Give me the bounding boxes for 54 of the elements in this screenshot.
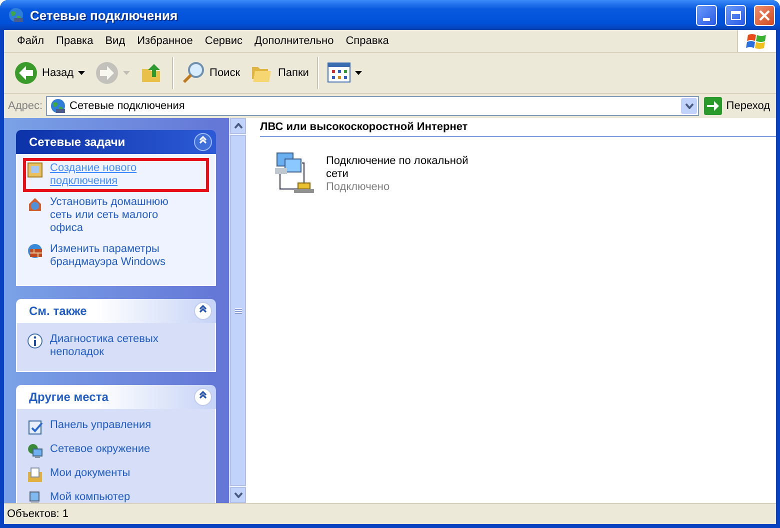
maximize-button[interactable] (725, 4, 746, 26)
task-link[interactable]: Установить домашнюю сеть или сеть малого офиса (50, 196, 188, 235)
minimize-button[interactable] (696, 4, 717, 26)
collapse-icon[interactable] (194, 388, 212, 406)
status-text: Объектов: 1 (7, 508, 69, 520)
menu-item[interactable]: Избранное (131, 35, 199, 47)
task-link[interactable]: Мой компьютер (50, 491, 130, 503)
menu-item[interactable]: Сервис (198, 35, 249, 47)
address-label: Адрес: (8, 100, 43, 112)
back-button[interactable]: Назад (10, 59, 89, 87)
task-link[interactable]: Изменить параметры брандмауэра Windows (50, 243, 188, 269)
dropdown-caret-icon (78, 71, 85, 75)
connection-status: Подключено (326, 181, 391, 194)
search-button[interactable]: Поиск (178, 59, 244, 87)
dropdown-caret-icon (122, 71, 130, 75)
dropdown-caret-icon (354, 71, 362, 75)
chevron-down-icon (684, 103, 694, 109)
brick-wall-icon (27, 243, 43, 259)
panel-header[interactable]: Другие места (16, 385, 216, 409)
globe-icon (8, 7, 24, 23)
task-link[interactable]: Панель управления (50, 419, 152, 432)
search-icon (182, 61, 206, 85)
scroll-down-icon (234, 492, 242, 498)
scroll-grip-icon (234, 308, 242, 314)
connection-name[interactable]: Подключение по локальной сети (326, 155, 492, 181)
menu-item[interactable]: Вид (99, 35, 132, 47)
menu-item[interactable]: Правка (50, 35, 100, 47)
menu-item[interactable]: Справка (340, 35, 395, 47)
close-icon (759, 10, 770, 20)
go-button[interactable]: Переход (702, 95, 776, 117)
network-globe-icon (27, 443, 43, 459)
task-link[interactable]: Мои документы (50, 467, 130, 480)
menu-item[interactable]: Файл (11, 35, 50, 47)
panel-header[interactable]: См. также (16, 299, 216, 323)
windows-flag-icon (745, 31, 769, 51)
panel-header[interactable]: Сетевые задачи (16, 130, 216, 154)
scroll-up-icon (234, 123, 242, 129)
network-globe-icon (50, 98, 66, 114)
address-field[interactable]: Сетевые подключения (46, 96, 700, 116)
window-title: Сетевые подключения (30, 8, 178, 22)
folders-button[interactable]: Папки (246, 59, 313, 87)
vertical-scrollbar[interactable] (229, 118, 246, 503)
info-icon (27, 333, 43, 349)
close-button[interactable] (754, 4, 775, 26)
document-folder-icon (27, 467, 43, 483)
task-link[interactable]: Сетевое окружение (50, 443, 150, 456)
group-header: ЛВС или высокоскоростной Интернет (260, 121, 776, 137)
menu-item[interactable]: Дополнительно (248, 35, 340, 47)
collapse-icon[interactable] (194, 133, 212, 151)
dropdown-button[interactable] (681, 98, 698, 114)
network-computers-icon[interactable] (272, 151, 316, 195)
views-icon (326, 61, 351, 85)
house-icon (27, 196, 43, 212)
collapse-icon[interactable] (194, 302, 212, 320)
